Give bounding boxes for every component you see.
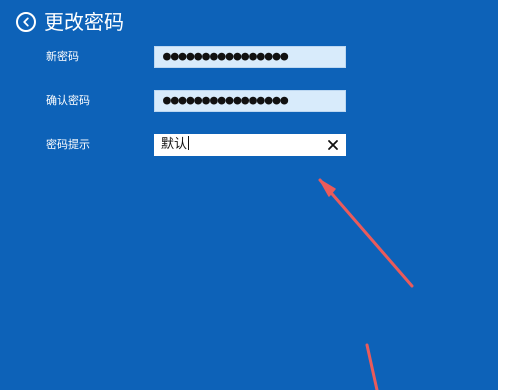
back-button[interactable]	[16, 12, 36, 32]
arrow-shaft	[318, 178, 414, 288]
right-edge-strip	[498, 0, 512, 390]
password-hint-row: 密码提示 默认	[0, 134, 498, 158]
clear-button[interactable]	[327, 139, 339, 151]
confirm-password-field[interactable]: ●●●●●●●●●●●●●●●●	[154, 90, 346, 112]
confirm-password-row: 确认密码 ●●●●●●●●●●●●●●●●	[0, 90, 498, 114]
password-hint-value: 默认	[161, 137, 188, 152]
password-hint-label: 密码提示	[46, 138, 90, 151]
change-password-screen: 更改密码 新密码 ●●●●●●●●●●●●●●●● 确认密码 ●●●●●●●●●…	[0, 0, 512, 390]
text-cursor	[188, 136, 190, 150]
confirm-password-label: 确认密码	[46, 94, 90, 107]
new-password-field[interactable]: ●●●●●●●●●●●●●●●●	[154, 46, 346, 68]
arrow-head	[319, 179, 336, 197]
page-header: 更改密码	[16, 8, 124, 36]
password-panel: 更改密码 新密码 ●●●●●●●●●●●●●●●● 确认密码 ●●●●●●●●●…	[0, 0, 498, 390]
back-arrow-icon	[23, 17, 29, 27]
new-password-label: 新密码	[46, 50, 79, 63]
close-icon	[328, 140, 338, 150]
new-password-row: 新密码 ●●●●●●●●●●●●●●●●	[0, 46, 498, 70]
page-title: 更改密码	[44, 10, 124, 34]
password-hint-field[interactable]: 默认	[154, 134, 346, 156]
bottom-arrow-fragment	[365, 343, 379, 390]
